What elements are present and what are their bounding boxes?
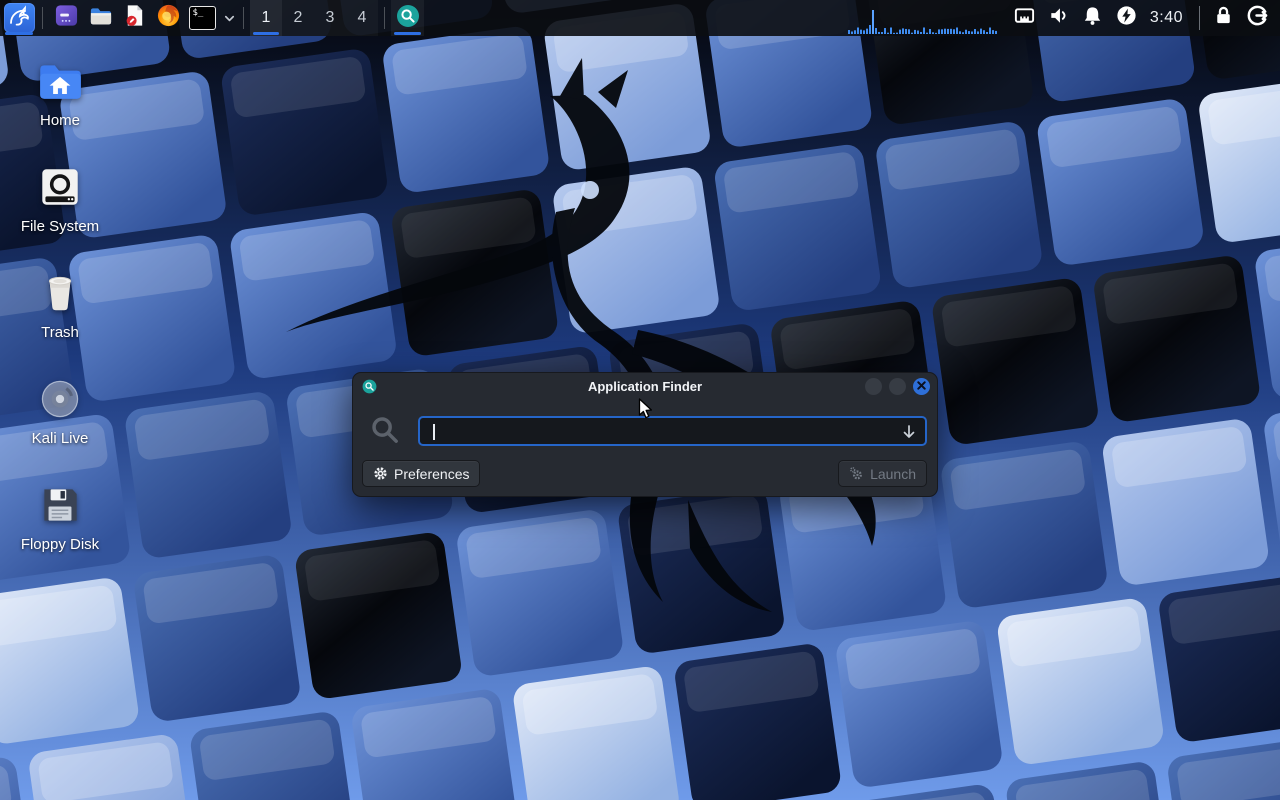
menu-active-underline [5,32,33,35]
kali-menu-icon [7,4,31,33]
preferences-label: Preferences [394,466,469,482]
search-icon [369,414,402,447]
panel-separator [1199,6,1200,30]
applications-menu-button[interactable] [2,0,36,36]
launcher-text-editor[interactable] [117,0,151,36]
panel-separator [243,7,244,29]
gear-icon [373,466,388,481]
desktop-icon-column: Home File System Trash Kali Live Floppy … [8,56,116,586]
launcher-file-manager[interactable] [83,0,117,36]
power-manager-icon [1115,4,1138,32]
desktop-icon-floppy-disk[interactable]: Floppy Disk [8,480,112,553]
floppy-disk-icon [35,480,85,530]
screen-lock-button[interactable] [1206,0,1240,36]
preferences-button[interactable]: Preferences [362,460,480,487]
desktop-icon-file-system[interactable]: File System [8,162,112,235]
text-caret [433,424,435,440]
screen-lock-icon [1212,4,1235,32]
trash-bin-icon [35,268,85,318]
launch-label: Launch [870,466,916,482]
panel-separator [384,7,385,29]
panel-clock[interactable]: 3:40 [1144,0,1193,36]
application-finder-window: Application Finder [352,372,938,497]
launcher-terminal[interactable]: $_ [185,0,219,36]
network-ethernet-icon [1013,4,1036,32]
launch-button[interactable]: Launch [838,460,927,487]
desktop-icon-label: Home [40,112,80,129]
volume-tray-button[interactable] [1042,0,1076,36]
notifications-tray-button[interactable] [1076,0,1110,36]
workspace-number: 4 [358,9,367,27]
kali-live-disc-icon [35,374,85,424]
desktop-icon-trash[interactable]: Trash [8,268,112,341]
logout-button[interactable] [1240,0,1274,36]
purple-window-app-icon [54,3,79,33]
panel-separator [42,7,43,29]
desktop-icon-label: Floppy Disk [21,536,99,553]
text-editor-icon [122,3,147,33]
mouse-cursor [638,398,654,420]
workspace-4[interactable]: 4 [346,0,378,36]
workspace-number: 3 [326,9,335,27]
top-panel: $_ 1 2 3 4 [0,0,1280,36]
launcher-purple-window-app[interactable] [49,0,83,36]
workspace-1[interactable]: 1 [250,0,282,36]
appfinder-search-icon [395,3,421,34]
file-manager-icon [88,3,113,33]
workspace-switcher: 1 2 3 4 [250,0,378,36]
workspace-number: 2 [294,9,303,27]
workspace-3[interactable]: 3 [314,0,346,36]
terminal-icon: $_ [189,6,216,30]
desktop-icon-kali-live[interactable]: Kali Live [8,374,112,447]
logout-icon [1246,4,1269,32]
dialog-title: Application Finder [353,379,937,394]
desktop-icon-home[interactable]: Home [8,56,112,129]
home-folder-icon [35,56,85,106]
kali-desktop: Home File System Trash Kali Live Floppy … [0,0,1280,800]
search-input[interactable] [418,416,927,446]
workspace-2[interactable]: 2 [282,0,314,36]
volume-speaker-icon [1047,4,1070,32]
minimize-button[interactable] [865,378,882,395]
appfinder-running-button[interactable] [391,0,424,36]
appfinder-teal-icon [362,379,377,394]
launcher-firefox[interactable] [151,0,185,36]
appfinder-running-underline [394,32,421,35]
maximize-button[interactable] [889,378,906,395]
launch-gear-icon [849,466,864,481]
power-manager-tray-button[interactable] [1110,0,1144,36]
desktop-icon-label: Trash [41,324,79,341]
terminal-dropdown-chevron[interactable] [221,0,237,36]
desktop-icon-label: File System [21,218,99,235]
workspace-number: 1 [262,9,271,27]
notifications-bell-icon [1081,4,1104,32]
cpu-history-graph[interactable] [846,0,998,36]
close-button[interactable] [913,378,930,395]
launcher-group: $_ [49,0,237,36]
network-tray-button[interactable] [1008,0,1042,36]
dialog-titlebar[interactable]: Application Finder [353,373,937,400]
desktop-icon-label: Kali Live [32,430,89,447]
firefox-icon [156,3,181,33]
dropdown-arrow-icon[interactable] [900,423,918,441]
close-icon [916,378,927,396]
filesystem-drive-icon [35,162,85,212]
workspace-active-underline [253,32,279,35]
